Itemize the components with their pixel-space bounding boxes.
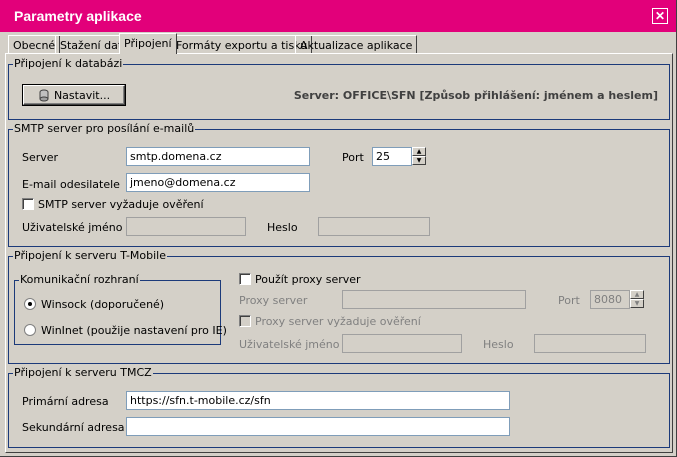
title-bar: Parametry aplikace ✕ bbox=[0, 0, 676, 32]
secondary-address-input[interactable] bbox=[126, 417, 510, 436]
proxy-auth-checkbox[interactable] bbox=[239, 315, 251, 327]
radio-selected-dot bbox=[28, 302, 32, 306]
tmobile-group: Připojení k serveru T-Mobile Komunikační… bbox=[8, 249, 670, 364]
tmcz-group-title: Připojení k serveru TMCZ bbox=[13, 366, 153, 379]
spin-down-icon[interactable]: ▼ bbox=[412, 156, 426, 165]
smtp-group: SMTP server pro posílání e-mailů Server … bbox=[8, 122, 670, 247]
smtp-auth-label: SMTP server vyžaduje ověření bbox=[38, 198, 204, 211]
smtp-server-label: Server bbox=[22, 151, 59, 164]
configure-db-label: Nastavit... bbox=[53, 89, 111, 102]
proxy-password-label: Heslo bbox=[483, 338, 514, 351]
smtp-server-input[interactable]: smtp.domena.cz bbox=[126, 147, 310, 166]
primary-address-input[interactable]: https://sfn.t-mobile.cz/sfn bbox=[126, 391, 510, 410]
tab-general[interactable]: Obecné bbox=[8, 35, 61, 53]
smtp-port-input[interactable]: 25 bbox=[372, 147, 412, 166]
use-proxy-checkbox[interactable] bbox=[239, 273, 251, 285]
db-group-title: Připojení k databázi bbox=[13, 57, 124, 70]
winsock-label: Winsock (doporučené) bbox=[41, 298, 165, 311]
tab-data-download[interactable]: Stažení dat bbox=[55, 35, 128, 53]
proxy-password-input[interactable] bbox=[534, 334, 646, 353]
db-connection-group: Připojení k databázi Nastavit... Server:… bbox=[8, 57, 670, 120]
proxy-port-label: Port bbox=[558, 294, 580, 307]
tab-app-update[interactable]: Aktualizace aplikace bbox=[295, 35, 418, 53]
smtp-username-input[interactable] bbox=[126, 217, 246, 236]
db-server-info: Server: OFFICE\SFN [Způsob přihlášení: j… bbox=[293, 89, 658, 102]
wininet-label: WinInet (použije nastavení pro IE) bbox=[41, 324, 227, 337]
primary-address-label: Primární adresa bbox=[22, 395, 109, 408]
use-proxy-label: Použít proxy server bbox=[255, 273, 361, 286]
configure-db-button[interactable]: Nastavit... bbox=[23, 85, 125, 105]
wininet-radio[interactable] bbox=[24, 324, 36, 336]
proxy-username-label: Uživatelské jméno bbox=[239, 338, 340, 351]
spin-down-icon[interactable]: ▼ bbox=[630, 299, 644, 308]
smtp-auth-checkbox[interactable] bbox=[22, 198, 34, 210]
smtp-group-title: SMTP server pro posílání e-mailů bbox=[13, 122, 196, 135]
database-icon bbox=[38, 89, 50, 103]
tab-export-formats[interactable]: Formáty exportu a tisku bbox=[171, 35, 313, 53]
smtp-password-label: Heslo bbox=[267, 221, 298, 234]
interface-group: Komunikační rozhraní Winsock (doporučené… bbox=[14, 273, 227, 345]
spin-up-icon[interactable]: ▲ bbox=[412, 147, 426, 156]
proxy-port-input[interactable]: 8080 bbox=[590, 290, 630, 309]
smtp-username-label: Uživatelské jméno bbox=[22, 221, 123, 234]
secondary-address-label: Sekundární adresa bbox=[22, 421, 125, 434]
proxy-server-input[interactable] bbox=[342, 290, 526, 309]
proxy-server-label: Proxy server bbox=[239, 294, 308, 307]
spin-up-icon[interactable]: ▲ bbox=[630, 290, 644, 299]
proxy-username-input[interactable] bbox=[342, 334, 462, 353]
tab-connection[interactable]: Připojení bbox=[119, 33, 177, 54]
tmobile-group-title: Připojení k serveru T-Mobile bbox=[13, 249, 167, 262]
smtp-port-spinner[interactable]: ▲ ▼ bbox=[412, 147, 426, 166]
settings-window: Parametry aplikace ✕ Obecné Stažení dat … bbox=[0, 0, 677, 457]
proxy-auth-label: Proxy server vyžaduje ověření bbox=[255, 315, 421, 328]
sender-email-input[interactable]: jmeno@domena.cz bbox=[126, 173, 310, 192]
smtp-password-input[interactable] bbox=[318, 217, 430, 236]
sender-email-label: E-mail odesilatele bbox=[22, 178, 120, 191]
proxy-port-spinner[interactable]: ▲ ▼ bbox=[630, 290, 644, 309]
tmcz-group: Připojení k serveru TMCZ Primární adresa… bbox=[8, 366, 670, 448]
window-title: Parametry aplikace bbox=[14, 8, 142, 24]
close-icon[interactable]: ✕ bbox=[652, 8, 668, 24]
interface-group-title: Komunikační rozhraní bbox=[19, 273, 140, 286]
smtp-port-label: Port bbox=[342, 151, 364, 164]
winsock-radio[interactable] bbox=[24, 298, 36, 310]
